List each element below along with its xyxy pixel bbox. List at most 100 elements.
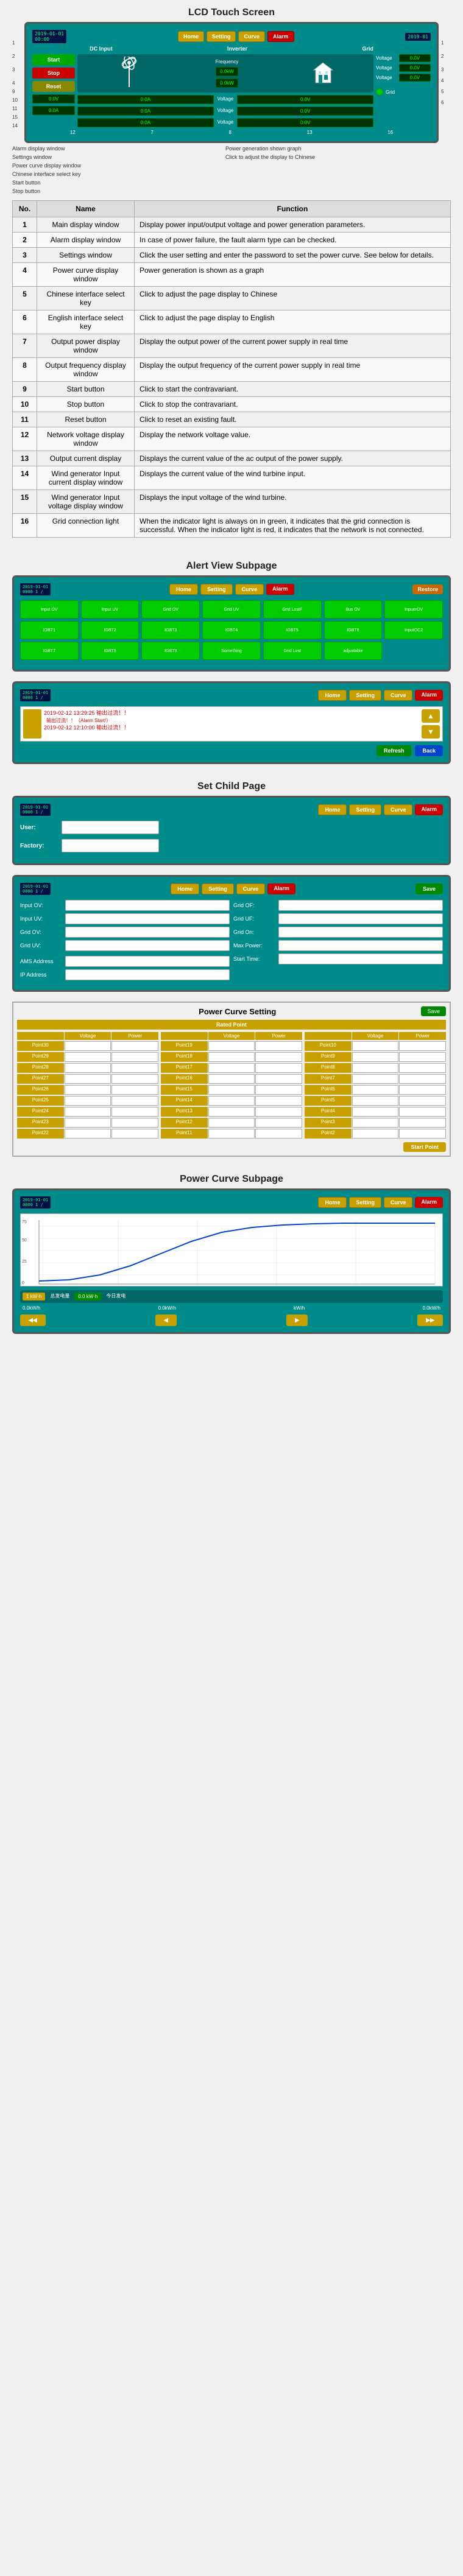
alert-btn-igbt7[interactable]: IGBT7 <box>20 642 79 660</box>
pc-power-input[interactable] <box>399 1129 446 1139</box>
factory-input[interactable] <box>62 839 159 852</box>
curve-nav-next[interactable]: ▶ <box>286 1314 308 1326</box>
alert-btn-grid-ov[interactable]: Grid OV <box>141 600 200 619</box>
pc-voltage-input[interactable] <box>352 1041 399 1051</box>
alert-btn-igbt4[interactable]: IGBT4 <box>202 621 261 639</box>
pc-power-input[interactable] <box>399 1107 446 1117</box>
s-val-grid-of[interactable] <box>278 900 443 911</box>
st-alarm-btn[interactable]: Alarm <box>267 883 295 894</box>
alert-btn-input-uv[interactable]: Input UV <box>81 600 140 619</box>
setting-btn[interactable]: Setting <box>207 31 236 42</box>
alert-btn-igbt5[interactable]: IGBT5 <box>263 621 322 639</box>
pc-voltage-input[interactable] <box>208 1129 255 1139</box>
sc-alarm-btn[interactable]: Alarm <box>415 804 443 815</box>
s-val-grid-uv[interactable] <box>65 940 230 951</box>
pc-voltage-input[interactable] <box>352 1107 399 1117</box>
sc-setting-btn[interactable]: Setting <box>349 804 381 815</box>
alert-btn-adjustable[interactable]: adjustable <box>324 642 383 660</box>
pc-power-input[interactable] <box>111 1096 158 1106</box>
pc-voltage-input[interactable] <box>65 1074 111 1084</box>
pc-voltage-input[interactable] <box>65 1052 111 1062</box>
pc-voltage-input[interactable] <box>65 1041 111 1051</box>
pc-power-input[interactable] <box>255 1052 302 1062</box>
st-curve-btn[interactable]: Curve <box>236 883 266 894</box>
alert-btn-input-ov[interactable]: Input OV <box>20 600 79 619</box>
s-val-max-power[interactable] <box>278 940 443 951</box>
pc-voltage-input[interactable] <box>65 1118 111 1128</box>
pc-voltage-input[interactable] <box>208 1052 255 1062</box>
pc-voltage-input[interactable] <box>65 1129 111 1139</box>
log-alarm-btn[interactable]: Alarm <box>415 690 443 701</box>
restore-btn[interactable]: Restore <box>412 584 443 594</box>
alarm-btn[interactable]: Alarm <box>267 31 294 42</box>
scroll-down-btn[interactable]: ▼ <box>422 725 440 739</box>
curve-alarm-btn[interactable]: Alarm <box>415 1197 443 1208</box>
pc-voltage-input[interactable] <box>352 1129 399 1139</box>
pc-voltage-input[interactable] <box>352 1063 399 1073</box>
pc-power-input[interactable] <box>399 1096 446 1106</box>
curve-nav-prev-prev[interactable]: ◀◀ <box>20 1314 46 1326</box>
pc-voltage-input[interactable] <box>208 1107 255 1117</box>
lcd-stop-btn[interactable]: Stop <box>32 68 75 79</box>
scroll-up-btn[interactable]: ▲ <box>422 709 440 723</box>
pc-power-input[interactable] <box>399 1085 446 1095</box>
pc-power-input[interactable] <box>111 1107 158 1117</box>
settings-save-btn[interactable]: Save <box>415 883 443 894</box>
pc-power-input[interactable] <box>399 1118 446 1128</box>
alert-btn-igbt2[interactable]: IGBT2 <box>81 621 140 639</box>
st-home-btn[interactable]: Home <box>171 883 199 894</box>
alert-btn-igbt9[interactable]: IGBT9 <box>141 642 200 660</box>
s-val-input-uv[interactable] <box>65 913 230 924</box>
log-curve-btn[interactable]: Curve <box>384 690 413 701</box>
pc-power-input[interactable] <box>111 1052 158 1062</box>
pc-voltage-input[interactable] <box>65 1096 111 1106</box>
pc-power-input[interactable] <box>255 1118 302 1128</box>
alert-btn-grid-lost[interactable]: Grid Lost <box>263 642 322 660</box>
pc-power-input[interactable] <box>111 1118 158 1128</box>
pc-voltage-input[interactable] <box>352 1096 399 1106</box>
alert-btn-igbt6[interactable]: IGBT6 <box>324 621 383 639</box>
st-setting-btn[interactable]: Setting <box>202 883 234 894</box>
alert-btn-igbt1[interactable]: IGBT1 <box>20 621 79 639</box>
log-home-btn[interactable]: Home <box>318 690 347 701</box>
refresh-btn[interactable]: Refresh <box>376 745 412 756</box>
s-val-ip[interactable] <box>65 969 230 980</box>
pc-power-input[interactable] <box>399 1063 446 1073</box>
back-btn[interactable]: Back <box>415 745 443 756</box>
pc-power-input[interactable] <box>255 1063 302 1073</box>
pc-power-input[interactable] <box>255 1041 302 1051</box>
pc-power-input[interactable] <box>255 1085 302 1095</box>
s-val-grid-ov[interactable] <box>65 927 230 938</box>
s-val-input-ov[interactable] <box>65 900 230 911</box>
alert-alarm-btn[interactable]: Alarm <box>266 584 294 595</box>
alert-btn-inpuer-ov[interactable]: InpuerOV <box>384 600 443 619</box>
pc-power-input[interactable] <box>111 1074 158 1084</box>
curve-home-btn[interactable]: Home <box>318 1197 347 1208</box>
alert-btn-grid-uv[interactable]: Grid UV <box>202 600 261 619</box>
pc-voltage-input[interactable] <box>65 1063 111 1073</box>
pc-voltage-input[interactable] <box>208 1085 255 1095</box>
lcd-reset-btn[interactable]: Reset <box>32 81 75 92</box>
pc-voltage-input[interactable] <box>65 1085 111 1095</box>
alert-curve-btn[interactable]: Curve <box>235 584 264 595</box>
start-point-btn[interactable]: Start Point <box>403 1142 446 1152</box>
sc-curve-btn[interactable]: Curve <box>384 804 413 815</box>
pc-power-input[interactable] <box>255 1074 302 1084</box>
curve-btn[interactable]: Curve <box>238 31 265 42</box>
power-curve-save-btn[interactable]: Save <box>421 1006 446 1016</box>
home-btn[interactable]: Home <box>178 31 204 42</box>
pc-voltage-input[interactable] <box>208 1041 255 1051</box>
alert-btn-igbt3[interactable]: IGBT3 <box>141 621 200 639</box>
pc-voltage-input[interactable] <box>352 1052 399 1062</box>
pc-power-input[interactable] <box>255 1107 302 1117</box>
pc-voltage-input[interactable] <box>352 1118 399 1128</box>
curve-nav-prev[interactable]: ◀ <box>155 1314 177 1326</box>
curve-nav-next-next[interactable]: ▶▶ <box>417 1314 443 1326</box>
lcd-start-btn[interactable]: Start <box>32 54 75 65</box>
s-val-ams[interactable] <box>65 956 230 967</box>
curve-setting-btn[interactable]: Setting <box>349 1197 381 1208</box>
pc-power-input[interactable] <box>111 1085 158 1095</box>
alert-btn-something[interactable]: Something <box>202 642 261 660</box>
user-input[interactable] <box>62 821 159 834</box>
alert-btn-bus-ov[interactable]: Bus OV <box>324 600 383 619</box>
